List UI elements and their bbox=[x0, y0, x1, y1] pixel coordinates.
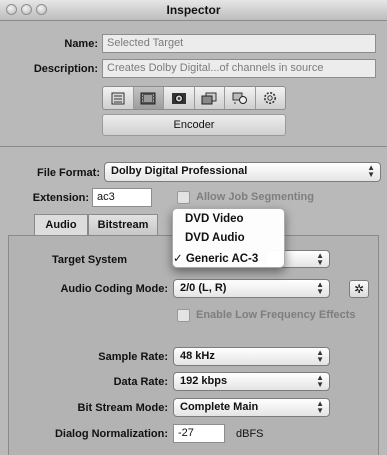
file-format-value: Dolby Digital Professional bbox=[111, 165, 248, 177]
sample-rate-value: 48 kHz bbox=[180, 350, 215, 362]
popup-arrows-icon: ▲ ▼ bbox=[316, 280, 324, 296]
popup-arrows-icon: ▲ ▼ bbox=[367, 163, 375, 179]
popup-arrows-icon: ▲ ▼ bbox=[316, 373, 324, 389]
filters-icon[interactable] bbox=[195, 87, 225, 109]
menu-item-dvd-audio[interactable]: DVD Audio bbox=[185, 232, 296, 244]
bit-stream-mode-label: Bit Stream Mode: bbox=[77, 402, 168, 414]
name-label: Name: bbox=[64, 38, 98, 50]
encoder-pane-label: Encoder bbox=[102, 114, 286, 136]
allow-job-segmenting-label: Allow Job Segmenting bbox=[196, 191, 314, 203]
bit-stream-mode-popup[interactable]: Complete Main ▲ ▼ bbox=[173, 398, 330, 417]
popup-arrows-icon: ▲ ▼ bbox=[316, 399, 324, 415]
description-label: Description: bbox=[33, 63, 98, 75]
file-format-popup[interactable]: Dolby Digital Professional ▲ ▼ bbox=[104, 162, 381, 182]
video-icon[interactable] bbox=[133, 87, 164, 109]
enable-lfe-checkbox[interactable] bbox=[177, 309, 190, 322]
enable-lfe-label: Enable Low Frequency Effects bbox=[196, 309, 356, 321]
audio-coding-mode-popup[interactable]: 2/0 (L, R) ▲ ▼ bbox=[173, 279, 330, 298]
checkmark-icon: ✓ bbox=[173, 253, 183, 265]
tab-bitstream[interactable]: Bitstream bbox=[88, 214, 158, 235]
dialog-normalization-unit: dBFS bbox=[236, 428, 264, 440]
menu-item-generic-ac3-label: Generic AC-3 bbox=[185, 253, 259, 265]
sample-rate-label: Sample Rate: bbox=[98, 351, 168, 363]
extension-label: Extension: bbox=[32, 192, 89, 204]
audio-coding-mode-label: Audio Coding Mode: bbox=[60, 283, 168, 295]
geometry-icon[interactable] bbox=[225, 87, 256, 109]
file-format-label: File Format: bbox=[37, 167, 100, 179]
target-system-label: Target System bbox=[52, 254, 127, 266]
data-rate-value: 192 kbps bbox=[180, 375, 228, 387]
bit-stream-mode-value: Complete Main bbox=[180, 401, 259, 413]
inspector-toolbar bbox=[102, 86, 286, 110]
summary-icon[interactable] bbox=[103, 87, 134, 109]
target-system-menu: DVD Video DVD Audio ✓ Generic AC-3 bbox=[172, 208, 285, 268]
extension-field[interactable]: ac3 bbox=[92, 188, 152, 207]
divider bbox=[0, 146, 387, 147]
tab-audio[interactable]: Audio bbox=[34, 214, 88, 235]
audio-coding-mode-value: 2/0 (L, R) bbox=[180, 282, 227, 294]
description-field[interactable]: Creates Dolby Digital...of channels in s… bbox=[102, 59, 376, 78]
menu-item-dvd-video[interactable]: DVD Video bbox=[185, 213, 296, 225]
popup-arrows-icon: ▲ ▼ bbox=[316, 348, 324, 364]
gear-icon[interactable]: ✲ bbox=[349, 280, 369, 298]
dialog-normalization-field[interactable]: -27 bbox=[173, 424, 225, 443]
data-rate-popup[interactable]: 192 kbps ▲ ▼ bbox=[173, 372, 330, 391]
actions-icon[interactable] bbox=[256, 87, 286, 109]
sample-rate-popup[interactable]: 48 kHz ▲ ▼ bbox=[173, 347, 330, 366]
dialog-normalization-label: Dialog Normalization: bbox=[54, 428, 168, 440]
window-title: Inspector bbox=[166, 3, 221, 17]
popup-arrows-icon: ▲ ▼ bbox=[316, 251, 324, 267]
encoder-icon[interactable] bbox=[164, 87, 195, 109]
allow-job-segmenting-checkbox[interactable] bbox=[177, 191, 190, 204]
data-rate-label: Data Rate: bbox=[113, 376, 168, 388]
name-field[interactable]: Selected Target bbox=[102, 34, 376, 53]
menu-item-generic-ac3[interactable]: ✓ Generic AC-3 bbox=[173, 251, 284, 265]
audio-panel bbox=[8, 235, 379, 455]
